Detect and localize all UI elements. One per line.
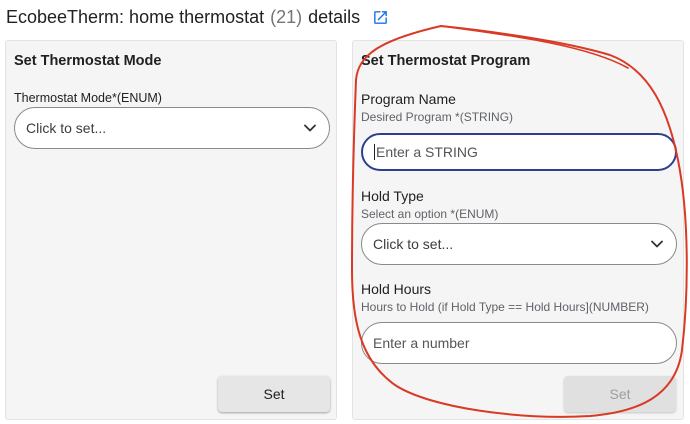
card-title: Set Thermostat Mode — [14, 53, 162, 69]
hold-hours-input[interactable]: Enter a number — [361, 322, 677, 364]
program-name-input[interactable]: Enter a STRING — [361, 133, 677, 171]
hold-hours-label: Hold Hours — [361, 281, 432, 297]
thermostat-mode-select[interactable]: Click to set... — [14, 107, 330, 149]
thermostat-mode-label: Thermostat Mode*(ENUM) — [14, 91, 162, 105]
set-thermostat-mode-card: Set Thermostat Mode Thermostat Mode*(ENU… — [5, 40, 337, 420]
page: EcobeeTherm: home thermostat (21) detail… — [0, 0, 690, 424]
program-name-label: Program Name — [361, 91, 456, 107]
hold-hours-sublabel: Hours to Hold (if Hold Type == Hold Hour… — [361, 300, 649, 314]
page-title-suffix: details — [308, 6, 361, 27]
set-thermostat-program-card: Set Thermostat Program Program Name Desi… — [352, 40, 684, 420]
hold-type-sublabel: Select an option *(ENUM) — [361, 207, 499, 221]
page-title-main: EcobeeTherm: home thermostat — [6, 6, 265, 27]
program-name-sublabel: Desired Program *(STRING) — [361, 110, 514, 124]
page-title-count: (21) — [270, 6, 303, 27]
set-mode-button[interactable]: Set — [218, 376, 330, 412]
chevron-down-icon — [304, 124, 316, 132]
hold-type-select[interactable]: Click to set... — [361, 223, 677, 265]
input-placeholder: Enter a STRING — [376, 144, 478, 160]
input-placeholder: Enter a number — [373, 335, 470, 351]
hold-type-label: Hold Type — [361, 188, 424, 204]
select-placeholder: Click to set... — [26, 120, 107, 136]
page-title: EcobeeTherm: home thermostat (21) detail… — [6, 4, 389, 30]
set-program-button[interactable]: Set — [564, 376, 676, 412]
card-title: Set Thermostat Program — [361, 53, 531, 69]
chevron-down-icon — [651, 240, 663, 248]
external-link-icon[interactable] — [372, 9, 389, 26]
select-placeholder: Click to set... — [373, 236, 454, 252]
